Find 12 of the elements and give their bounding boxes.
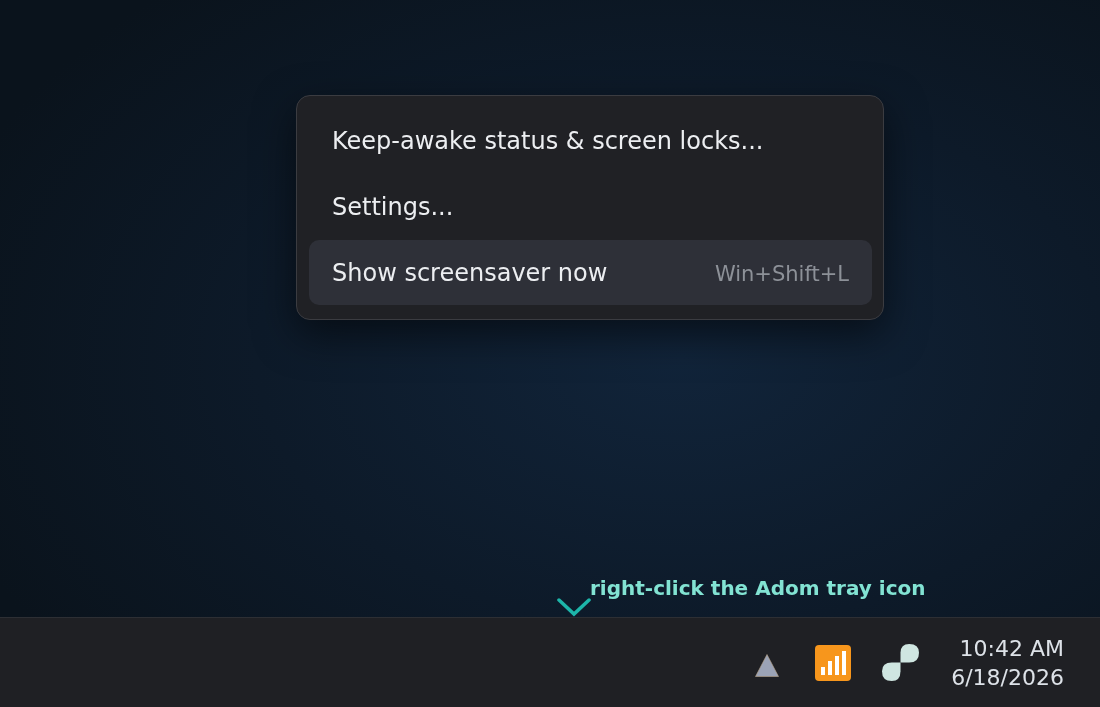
- app-logo-icon[interactable]: [882, 644, 920, 681]
- clock-date: 6/18/2026: [951, 663, 1064, 692]
- shortcut-label: Win+Shift+L: [714, 261, 849, 286]
- signal-bars-icon[interactable]: [815, 644, 852, 681]
- annotation-text: right-click the Adom tray icon: [590, 576, 926, 600]
- menu-item[interactable]: Show screensaver now Win+Shift+L: [309, 240, 872, 305]
- menu-item[interactable]: Keep-awake status & screen locks...: [309, 108, 872, 173]
- clock-time: 10:42 AM: [959, 634, 1064, 663]
- clock[interactable]: 10:42 AM 6/18/2026: [951, 633, 1064, 692]
- menu-item[interactable]: Settings...: [309, 174, 872, 239]
- chevron-down-icon: [557, 597, 591, 617]
- triangle-up-icon[interactable]: [755, 654, 780, 677]
